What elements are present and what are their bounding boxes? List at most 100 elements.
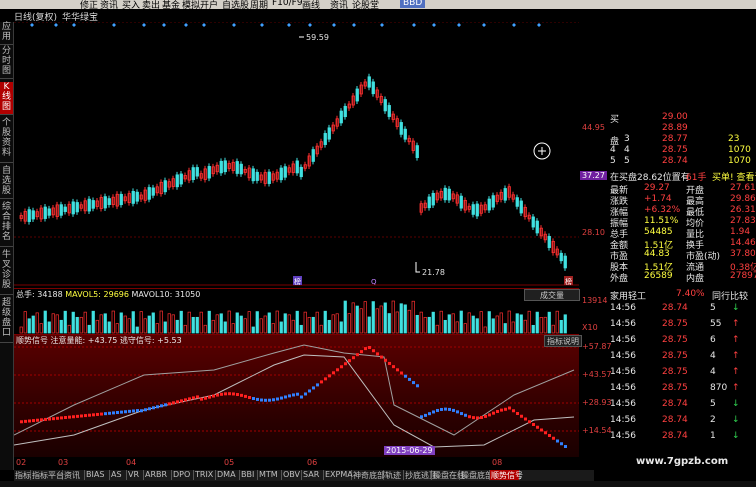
indicator-tab[interactable]: VR (127, 470, 144, 480)
crosshair-icon[interactable] (533, 142, 551, 160)
indicator-dot (500, 408, 503, 412)
sidebar-tab-profile[interactable]: 个股资料 (0, 118, 13, 163)
indicator-tab[interactable]: 指标 (14, 470, 31, 480)
order-detail-link[interactable]: 买单! 查看详细 (712, 170, 756, 183)
indicator-tab[interactable]: AS (110, 470, 127, 480)
menu-item-buy[interactable]: 买入 (122, 0, 140, 9)
indicator-tab[interactable]: BIAS (85, 470, 110, 480)
menu-item-news[interactable]: 资讯 (100, 0, 118, 9)
kline-candle (267, 171, 271, 184)
volume-bar (331, 314, 335, 334)
indicator-panel[interactable]: 顺势信号 注意量能: +43.75 逃守信号: +5.53 指标说明 2015-… (13, 334, 582, 457)
kline-candle (43, 206, 47, 219)
indicator-tab[interactable]: 指标平台 (31, 470, 64, 480)
trade-volume: 55 (710, 319, 722, 329)
indicator-dot (264, 398, 267, 402)
kline-candle (475, 203, 479, 217)
kline-candle (295, 160, 299, 174)
trade-price: 28.74 (662, 431, 688, 441)
indicator-dot (232, 392, 235, 396)
menu-item-watchlist[interactable]: 自选股 (222, 0, 249, 9)
indicator-tab[interactable]: ARBR (144, 470, 172, 480)
indicator-dot (512, 409, 515, 413)
volume-bar (399, 303, 403, 334)
trade-direction-icon: ↑ (732, 383, 740, 393)
trade-direction-icon: ↑ (732, 351, 740, 361)
indicator-dot (436, 408, 439, 412)
ind-escape: 逃守信号: +5.53 (119, 336, 182, 345)
kline-candle (103, 196, 107, 209)
volume-bar (191, 316, 195, 334)
indicator-chart[interactable] (13, 335, 579, 457)
indicator-tab[interactable]: SAR (302, 470, 324, 480)
industry-compare-button[interactable]: 同行比较 (712, 289, 748, 302)
indicator-dot (196, 395, 199, 399)
menu-item-account[interactable]: 开户 (200, 0, 218, 9)
kline-candle (251, 168, 255, 182)
trade-time: 14:56 (610, 351, 636, 361)
menu-item-simulate[interactable]: 模拟 (182, 0, 200, 9)
indicator-dot (304, 392, 307, 396)
menu-item-f10[interactable]: F10/F9 (272, 0, 303, 8)
menu-item-sell[interactable]: 卖出 (142, 0, 160, 9)
kline-candle (151, 187, 155, 196)
indicator-tab-bar: 指标 指标平台 资讯 BIAS AS VR ARBR DPO TRIX DMA BBI MTM OBV S… (14, 470, 594, 481)
indicator-dot (296, 392, 299, 396)
indicator-dot (144, 408, 147, 412)
indicator-dot (64, 416, 67, 420)
indicator-tab[interactable]: 操盘底部 (460, 470, 493, 480)
volume-bar (471, 315, 475, 334)
indicator-tab[interactable]: 神奇底部 (352, 470, 385, 480)
indicator-dot (452, 408, 455, 412)
volume-bar (207, 310, 211, 334)
volume-panel[interactable]: 总手: 34188 MAVOL5: 29696 MAVOL10: 31050 成… (14, 288, 580, 334)
indicator-tab[interactable]: EXPMA (324, 470, 353, 480)
menu-item-fix[interactable]: 修正 (80, 0, 98, 9)
volume-bar (171, 314, 175, 334)
menu-item-draw[interactable]: 画线 (302, 0, 320, 9)
volume-bar (159, 310, 163, 334)
kline-candle (311, 149, 315, 162)
menu-item-fund[interactable]: 基金 (162, 0, 180, 9)
indicator-tab[interactable]: 抄底逃顶 (404, 470, 437, 480)
volume-bar (455, 321, 459, 334)
volume-bar (315, 311, 319, 334)
trade-time: 14:56 (610, 319, 636, 329)
kline-price-panel[interactable]: 59.59 21.78 榜 Q 榜 (14, 21, 579, 286)
kline-chart[interactable]: 59.59 21.78 榜 Q 榜 (14, 21, 579, 286)
menu-item-forum[interactable]: 论股堂 (352, 0, 379, 9)
sidebar-tab-level2[interactable]: 超级盘口 (0, 298, 13, 343)
bbd-badge[interactable]: BBD (400, 0, 426, 8)
indicator-tab[interactable]: MTM (258, 470, 282, 480)
volume-mode-select[interactable]: 成交量 (524, 289, 580, 301)
indicator-tab[interactable]: 顺势信号 (490, 470, 523, 480)
volume-bar (231, 323, 235, 334)
menu-item-period[interactable]: 周期 (250, 0, 268, 9)
trade-row: 14:56 28.75 870 ↑ (610, 383, 756, 394)
indicator-tab[interactable]: OBV (282, 470, 302, 480)
indicator-tab[interactable]: BBI (240, 470, 258, 480)
sidebar-tab-apps[interactable]: 应用 (0, 22, 13, 45)
indicator-tab[interactable]: DPO (172, 470, 194, 480)
stat-value: 14.46% (730, 238, 756, 248)
sidebar-tab-timeshare[interactable]: 分时图 (0, 46, 13, 79)
q-marker[interactable]: Q (371, 278, 377, 286)
indicator-tab[interactable]: TRIX (194, 470, 216, 480)
sidebar-tab-kline[interactable]: K线图 (0, 82, 13, 115)
kline-candle (563, 255, 567, 269)
indicator-tab[interactable]: 资讯 (63, 470, 85, 480)
volume-bar (135, 326, 139, 334)
indicator-tab[interactable]: 操盘在线 (432, 470, 465, 480)
indicator-dot (208, 395, 211, 399)
trade-direction-icon: ↓ (732, 415, 740, 425)
menu-item-info[interactable]: 资讯 (330, 0, 348, 9)
sidebar-tab-diagnose[interactable]: 牛叉诊股 (0, 250, 13, 295)
chart-title-bar: 日线(复权) 华华绿宝 (0, 9, 580, 23)
volume-bar (183, 324, 187, 334)
sidebar-tab-watchlist[interactable]: 自选股 (0, 166, 13, 199)
indicator-dot (224, 392, 227, 396)
indicator-tab[interactable]: 轨迹 (384, 470, 404, 480)
indicator-tab[interactable]: DMA (216, 470, 240, 480)
indicator-explain-button[interactable]: 指标说明 (544, 335, 582, 347)
sidebar-tab-ranking[interactable]: 综合排名 (0, 202, 13, 247)
